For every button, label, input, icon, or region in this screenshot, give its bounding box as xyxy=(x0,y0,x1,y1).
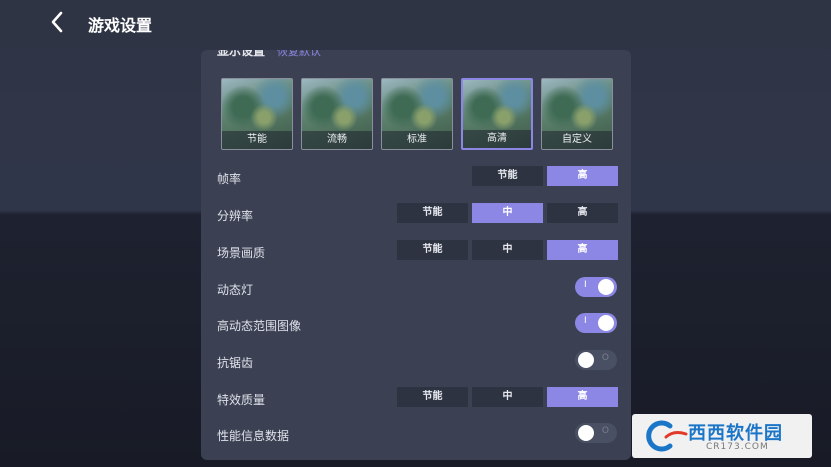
perf-info-toggle[interactable]: O xyxy=(575,423,617,443)
toggle-knob xyxy=(598,315,614,331)
preset-custom[interactable]: 自定义 xyxy=(541,78,613,150)
frame-rate-label: 帧率 xyxy=(217,172,242,186)
toggle-knob xyxy=(578,352,594,368)
preset-label: 标准 xyxy=(382,131,452,149)
preset-label: 高清 xyxy=(463,130,531,148)
scene-quality-row: 场景画质 节能 中 高 xyxy=(217,240,618,264)
anti-aliasing-toggle[interactable]: O xyxy=(575,350,617,370)
page-title: 游戏设置 xyxy=(88,16,153,35)
preset-label: 流畅 xyxy=(302,131,372,149)
preset-eco[interactable]: 节能 xyxy=(221,78,293,150)
perf-info-row: 性能信息数据 O xyxy=(217,423,617,447)
dynamic-light-row: 动态灯 I xyxy=(217,277,617,301)
restore-default-link[interactable]: 恢复默认 xyxy=(277,50,321,58)
scene-quality-selector: 节能 中 高 xyxy=(397,240,618,260)
site-watermark: 西西软件园 CR173.COM xyxy=(632,414,812,458)
frame-rate-option-high[interactable]: 高 xyxy=(547,166,618,186)
toggle-on-mark: I xyxy=(584,280,587,290)
resolution-option-eco[interactable]: 节能 xyxy=(397,203,468,223)
toggle-off-mark: O xyxy=(601,353,609,363)
settings-panel[interactable]: 显示设置 恢复默认 节能 流畅 标准 高清 自定义 帧率 节能 高 分辨率 节能… xyxy=(201,50,631,460)
effects-quality-option-medium[interactable]: 中 xyxy=(472,387,543,407)
toggle-knob xyxy=(578,425,594,441)
resolution-option-medium[interactable]: 中 xyxy=(472,203,543,223)
preset-hd[interactable]: 高清 xyxy=(461,78,533,150)
section-title: 显示设置 xyxy=(217,50,266,58)
frame-rate-selector: 节能 高 xyxy=(472,166,618,186)
toggle-on-mark: I xyxy=(584,316,587,326)
toggle-knob xyxy=(598,279,614,295)
section-header: 显示设置 恢复默认 xyxy=(217,50,321,58)
anti-aliasing-row: 抗锯齿 O xyxy=(217,350,617,374)
anti-aliasing-label: 抗锯齿 xyxy=(217,356,254,370)
resolution-label: 分辨率 xyxy=(217,209,254,223)
frame-rate-row: 帧率 节能 高 xyxy=(217,166,618,190)
effects-quality-option-high[interactable]: 高 xyxy=(547,387,618,407)
dynamic-light-label: 动态灯 xyxy=(217,283,254,297)
back-arrow-icon[interactable] xyxy=(46,10,70,34)
preset-label: 节能 xyxy=(222,131,292,149)
effects-quality-option-eco[interactable]: 节能 xyxy=(397,387,468,407)
watermark-url: CR173.COM xyxy=(706,442,769,452)
scene-quality-option-medium[interactable]: 中 xyxy=(472,240,543,260)
preset-standard[interactable]: 标准 xyxy=(381,78,453,150)
resolution-option-high[interactable]: 高 xyxy=(547,203,618,223)
frame-rate-option-eco[interactable]: 节能 xyxy=(472,166,543,186)
dynamic-light-toggle[interactable]: I xyxy=(575,277,617,297)
scene-quality-label: 场景画质 xyxy=(217,246,266,260)
resolution-row: 分辨率 节能 中 高 xyxy=(217,203,618,227)
perf-info-label: 性能信息数据 xyxy=(217,429,290,443)
effects-quality-label: 特效质量 xyxy=(217,393,266,407)
effects-quality-selector: 节能 中 高 xyxy=(397,387,618,407)
preset-smooth[interactable]: 流畅 xyxy=(301,78,373,150)
preset-label: 自定义 xyxy=(542,131,612,149)
scene-quality-option-eco[interactable]: 节能 xyxy=(397,240,468,260)
hdr-label: 高动态范围图像 xyxy=(217,319,302,333)
resolution-selector: 节能 中 高 xyxy=(397,203,618,223)
toggle-off-mark: O xyxy=(601,426,609,436)
hdr-toggle[interactable]: I xyxy=(575,313,617,333)
scene-quality-option-high[interactable]: 高 xyxy=(547,240,618,260)
hdr-row: 高动态范围图像 I xyxy=(217,313,617,337)
top-bar: 游戏设置 xyxy=(0,0,831,44)
effects-quality-row: 特效质量 节能 中 高 xyxy=(217,387,618,411)
quality-presets: 节能 流畅 标准 高清 自定义 xyxy=(221,78,613,150)
site-logo-icon xyxy=(646,420,688,452)
